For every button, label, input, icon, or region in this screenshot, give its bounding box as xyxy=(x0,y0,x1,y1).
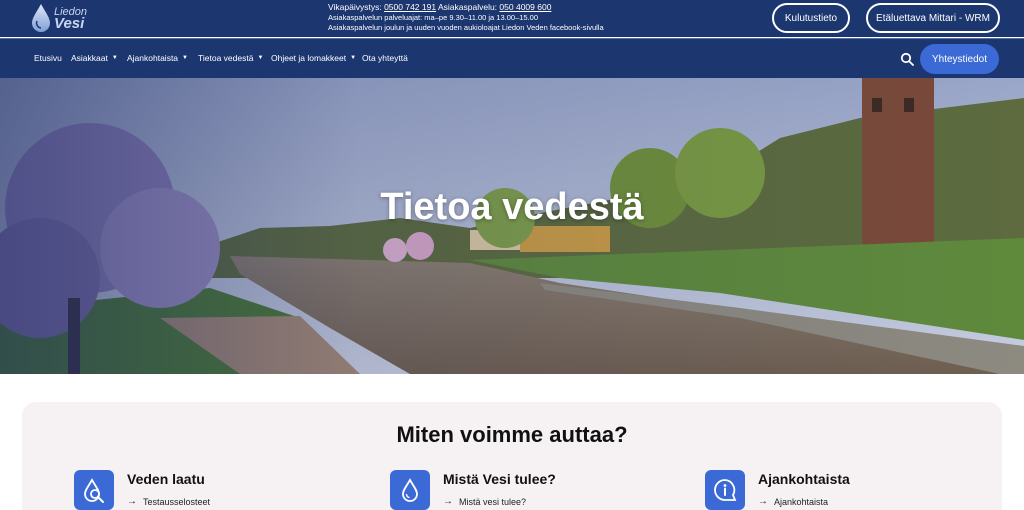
nav-item-label: Ota yhteyttä xyxy=(362,53,408,63)
nav-item-tietoa-vedesta[interactable]: Tietoa vedestä ▼ xyxy=(198,53,263,63)
help-card-ajankohtaista: Ajankohtaista → Ajankohtaista xyxy=(705,470,985,510)
kulutustieto-button[interactable]: Kulutustieto xyxy=(772,3,850,33)
water-drop-icon[interactable] xyxy=(390,470,430,510)
faults-phone-link[interactable]: 0500 742 191 xyxy=(384,2,436,12)
card-link-label: Mistä vesi tulee? xyxy=(459,496,527,507)
ajankohtaista-link[interactable]: → Ajankohtaista xyxy=(758,496,828,507)
logo-line-2: Vesi xyxy=(54,15,85,32)
caret-down-icon: ▼ xyxy=(182,55,188,61)
main-nav: Etusivu Asiakkaat ▼ Ajankohtaista ▼ Tiet… xyxy=(0,38,1024,78)
card-title: Ajankohtaista xyxy=(758,471,850,487)
top-bar: Liedon Vesi Vikapäivystys: 0500 742 191 … xyxy=(0,0,1024,37)
help-card-mista-vesi-tulee: Mistä Vesi tulee? → Mistä vesi tulee? xyxy=(390,470,670,510)
arrow-right-icon: → xyxy=(127,496,137,507)
water-quality-icon[interactable] xyxy=(74,470,114,510)
faults-label: Vikapäivystys: xyxy=(328,2,382,12)
testausselosteet-link[interactable]: → Testausselosteet xyxy=(127,496,210,507)
caret-down-icon: ▼ xyxy=(257,55,264,61)
card-link-label: Testausselosteet xyxy=(143,496,211,507)
water-drop-logo-icon xyxy=(32,4,50,32)
arrow-right-icon: → xyxy=(758,496,768,507)
nav-item-label: Etusivu xyxy=(34,53,62,63)
etaluettava-mittari-button[interactable]: Etäluettava Mittari - WRM xyxy=(866,3,1000,33)
nav-item-ohjeet-ja-lomakkeet[interactable]: Ohjeet ja lomakkeet ▼ xyxy=(271,53,356,63)
site-logo[interactable]: Liedon Vesi xyxy=(30,2,94,34)
yhteystiedot-button[interactable]: Yhteystiedot xyxy=(920,44,999,74)
caret-down-icon: ▼ xyxy=(111,55,118,61)
card-title: Mistä Vesi tulee? xyxy=(443,471,556,487)
arrow-right-icon: → xyxy=(443,496,453,507)
search-icon[interactable] xyxy=(900,52,914,66)
nav-item-ota-yhteytta[interactable]: Ota yhteyttä xyxy=(362,53,408,63)
contact-info: Vikapäivystys: 0500 742 191 Asiakaspalve… xyxy=(328,2,604,32)
nav-item-label: Tietoa vedestä xyxy=(198,53,254,63)
service-phone-link[interactable]: 050 4009 600 xyxy=(499,2,551,12)
nav-item-asiakkaat[interactable]: Asiakkaat ▼ xyxy=(71,53,118,63)
nav-item-ajankohtaista[interactable]: Ajankohtaista ▼ xyxy=(127,53,188,63)
caret-down-icon: ▼ xyxy=(350,55,357,61)
nav-item-etusivu[interactable]: Etusivu xyxy=(34,53,62,63)
hero-banner: Tietoa vedestä xyxy=(0,78,1024,374)
logo-text: Liedon Vesi xyxy=(54,6,87,32)
nav-item-label: Ohjeet ja lomakkeet xyxy=(271,53,347,63)
nav-item-label: Ajankohtaista xyxy=(127,53,179,63)
hero-title: Tietoa vedestä xyxy=(380,186,644,228)
help-title: Miten voimme auttaa? xyxy=(396,422,628,447)
card-link-label: Ajankohtaista xyxy=(774,496,829,507)
help-card-veden-laatu: Veden laatu → Testausselosteet xyxy=(74,470,354,510)
holiday-note: Asiakaspalvelun joulun ja uuden vuoden a… xyxy=(328,22,604,32)
nav-item-label: Asiakkaat xyxy=(71,53,108,63)
info-bubble-icon[interactable] xyxy=(705,470,745,510)
service-hours: Asiakaspalvelun palveluajat: ma–pe 9.30–… xyxy=(328,13,539,22)
help-section: Miten voimme auttaa? Veden laatu → Testa… xyxy=(22,402,1002,510)
service-label: Asiakaspalvelu: xyxy=(437,2,498,12)
card-title: Veden laatu xyxy=(127,471,205,487)
mista-vesi-tulee-link[interactable]: → Mistä vesi tulee? xyxy=(443,496,526,507)
